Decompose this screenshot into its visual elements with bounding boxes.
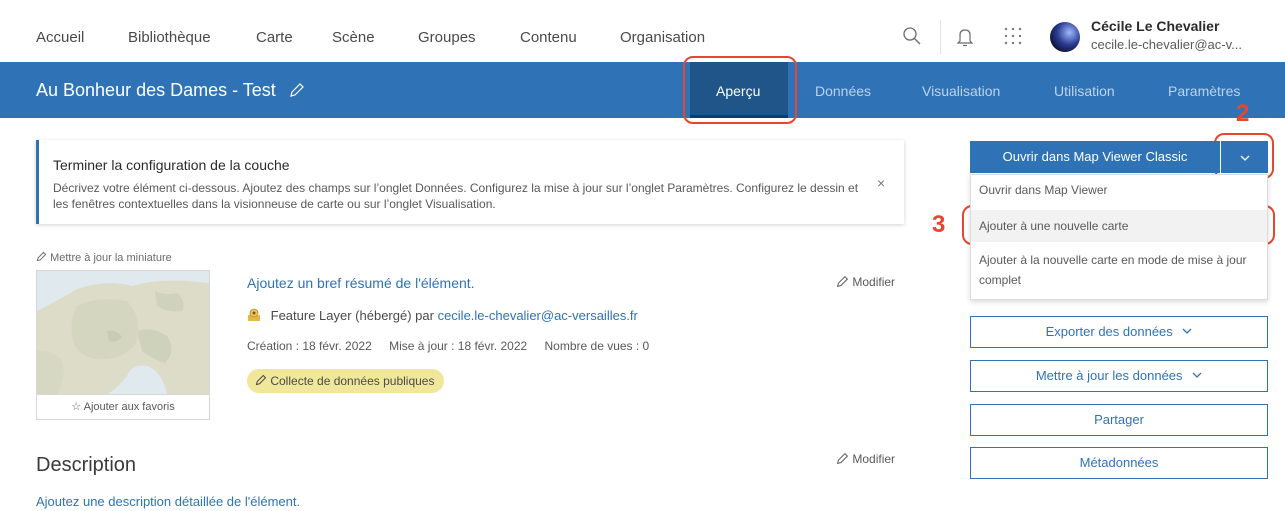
layer-type-line: Feature Layer (hébergé) par cecile.le-ch… bbox=[247, 308, 638, 323]
export-data-button[interactable]: Exporter des données bbox=[970, 316, 1268, 348]
annotation-number-2: 2 bbox=[1236, 100, 1250, 127]
created-date: Création : 18 févr. 2022 bbox=[247, 339, 372, 353]
tab-donnees[interactable]: Données bbox=[815, 83, 871, 99]
layer-type-label: Feature Layer (hébergé) par bbox=[270, 308, 438, 323]
top-navigation: Accueil Bibliothèque Carte Scène Groupes… bbox=[0, 0, 1285, 62]
notice-title: Terminer la configuration de la couche bbox=[53, 157, 290, 173]
chevron-down-icon bbox=[1192, 372, 1202, 378]
user-email: cecile.le-chevalier@ac-v... bbox=[1091, 37, 1242, 52]
owner-link[interactable]: cecile.le-chevalier@ac-versailles.fr bbox=[438, 308, 638, 323]
modify-label: Modifier bbox=[852, 452, 896, 466]
view-count: Nombre de vues : 0 bbox=[544, 339, 650, 353]
thumbnail-card: ☆ Ajouter aux favoris bbox=[36, 270, 210, 420]
metadata-button[interactable]: Métadonnées bbox=[970, 447, 1268, 479]
tab-utilisation[interactable]: Utilisation bbox=[1054, 83, 1115, 99]
annotation-box-1 bbox=[683, 56, 797, 124]
bell-icon[interactable] bbox=[956, 27, 974, 52]
tab-parametres[interactable]: Paramètres bbox=[1168, 83, 1240, 99]
pencil-icon bbox=[836, 452, 849, 465]
category-tag[interactable]: Collecte de données publiques bbox=[247, 369, 445, 393]
star-icon: ☆ bbox=[71, 401, 82, 413]
update-data-label: Mettre à jour les données bbox=[1035, 368, 1183, 383]
add-favorite-label: Ajouter aux favoris bbox=[83, 401, 175, 413]
tab-visualisation[interactable]: Visualisation bbox=[922, 83, 1000, 99]
open-options-menu: Ouvrir dans Map Viewer Ajouter à une nou… bbox=[970, 174, 1268, 300]
item-title: Au Bonheur des Dames - Test bbox=[36, 80, 276, 100]
feature-layer-icon bbox=[248, 308, 260, 321]
share-button[interactable]: Partager bbox=[970, 404, 1268, 436]
search-icon[interactable] bbox=[902, 26, 922, 51]
nav-accueil[interactable]: Accueil bbox=[36, 29, 84, 46]
annotation-number-3: 3 bbox=[932, 211, 946, 238]
add-favorite-button[interactable]: ☆ Ajouter aux favoris bbox=[37, 394, 209, 419]
pencil-icon bbox=[836, 275, 849, 288]
chevron-down-icon bbox=[1240, 155, 1249, 161]
modify-description-button[interactable]: Modifier bbox=[836, 452, 895, 466]
pencil-icon bbox=[36, 251, 47, 262]
nav-organisation[interactable]: Organisation bbox=[620, 29, 705, 46]
item-header: Au Bonheur des Dames - Test Aperçu Donné… bbox=[0, 62, 1285, 118]
nav-contenu[interactable]: Contenu bbox=[520, 29, 577, 46]
nav-divider bbox=[940, 20, 941, 54]
export-data-label: Exporter des données bbox=[1045, 324, 1173, 339]
update-data-button[interactable]: Mettre à jour les données bbox=[970, 360, 1268, 392]
nav-carte[interactable]: Carte bbox=[256, 29, 293, 46]
update-thumbnail-label: Mettre à jour la miniature bbox=[50, 252, 172, 264]
modify-summary-button[interactable]: Modifier bbox=[836, 275, 895, 289]
menu-item-add-new-map[interactable]: Ajouter à une nouvelle carte bbox=[971, 210, 1267, 242]
pencil-icon[interactable] bbox=[289, 82, 305, 103]
thumbnail-map-image bbox=[37, 271, 209, 394]
configuration-notice: Terminer la configuration de la couche D… bbox=[36, 140, 904, 224]
tag-label: Collecte de données publiques bbox=[270, 374, 435, 388]
item-dates: Création : 18 févr. 2022 Mise à jour : 1… bbox=[247, 339, 663, 353]
open-map-viewer-classic-button[interactable]: Ouvrir dans Map Viewer Classic bbox=[970, 141, 1220, 173]
close-icon[interactable]: × bbox=[877, 175, 885, 191]
description-heading: Description bbox=[36, 454, 137, 476]
notice-body: Décrivez votre élément ci-dessous. Ajout… bbox=[53, 181, 859, 211]
nav-bibliotheque[interactable]: Bibliothèque bbox=[128, 29, 211, 46]
avatar[interactable] bbox=[1050, 22, 1080, 52]
summary-link[interactable]: Ajoutez un bref résumé de l'élément. bbox=[247, 275, 475, 291]
open-options-dropdown-button[interactable] bbox=[1221, 141, 1268, 173]
apps-grid-icon[interactable] bbox=[1004, 27, 1022, 50]
description-link[interactable]: Ajoutez une description détaillée de l'é… bbox=[36, 494, 300, 509]
menu-item-open-map-viewer[interactable]: Ouvrir dans Map Viewer bbox=[971, 175, 1267, 206]
nav-groupes[interactable]: Groupes bbox=[418, 29, 476, 46]
user-name[interactable]: Cécile Le Chevalier bbox=[1091, 18, 1219, 34]
nav-scene[interactable]: Scène bbox=[332, 29, 375, 46]
update-thumbnail-link[interactable]: Mettre à jour la miniature bbox=[36, 251, 172, 264]
menu-item-add-new-map-full-update[interactable]: Ajouter à la nouvelle carte en mode de m… bbox=[971, 250, 1267, 290]
modify-label: Modifier bbox=[852, 275, 896, 289]
updated-date: Mise à jour : 18 févr. 2022 bbox=[389, 339, 528, 353]
chevron-down-icon bbox=[1182, 328, 1192, 334]
pencil-icon bbox=[255, 374, 267, 386]
